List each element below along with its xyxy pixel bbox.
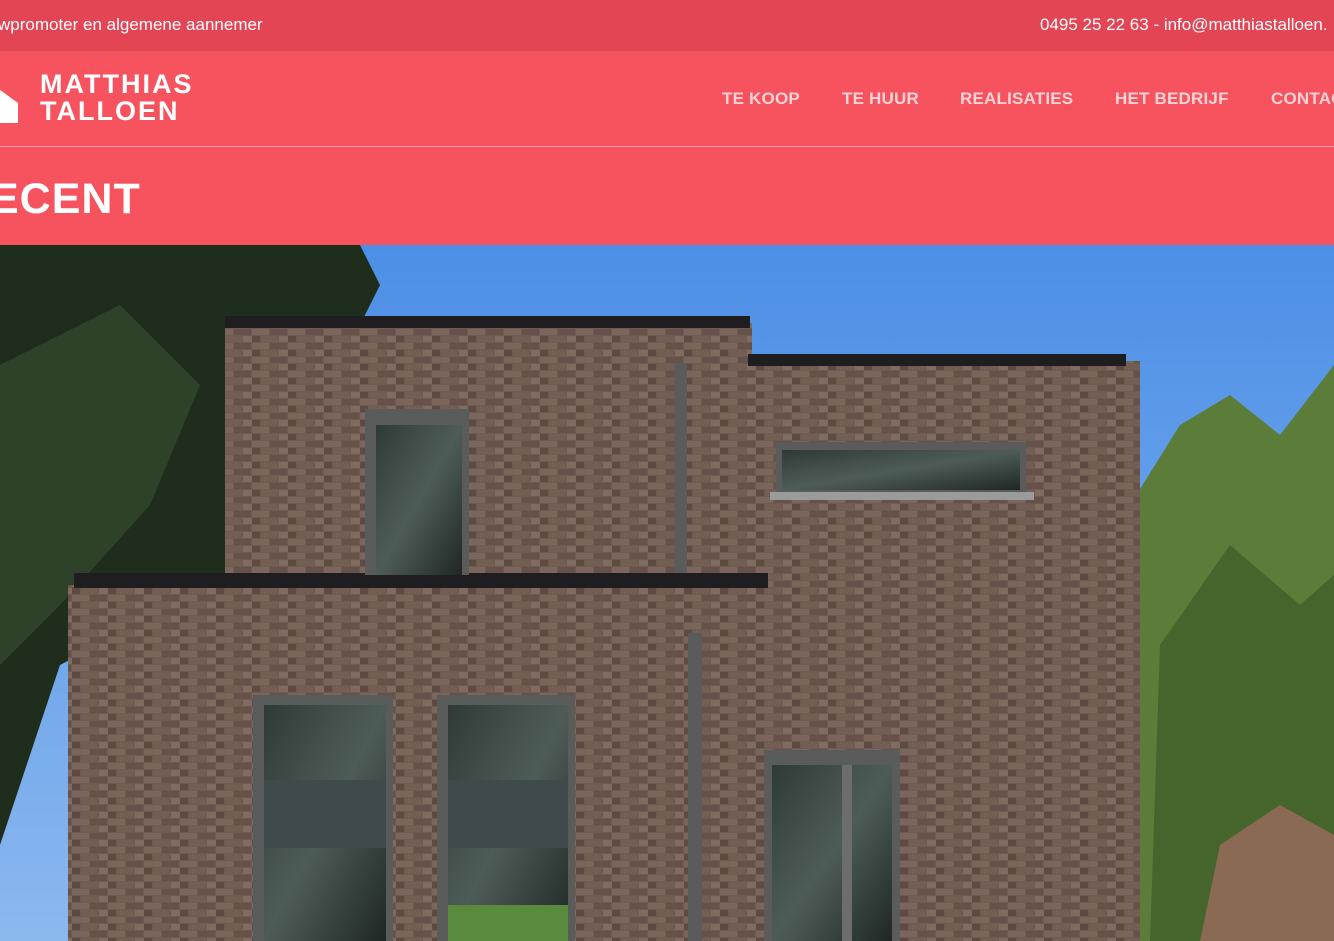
page-title: ECENT (0, 175, 141, 223)
page-title-band: ECENT (0, 148, 1334, 245)
main-nav: TE KOOP TE HUUR REALISATIES HET BEDRIJF … (0, 89, 1334, 113)
hero-photo (0, 245, 1334, 941)
nav-item-contact[interactable]: CONTAC (1271, 89, 1334, 109)
tagline: wpromoter en algemene aannemer (0, 15, 263, 34)
top-bar: wpromoter en algemene aannemer 0495 25 2… (0, 0, 1334, 51)
nav-item-realisaties[interactable]: REALISATIES (960, 89, 1073, 109)
nav-item-het-bedrijf[interactable]: HET BEDRIJF (1115, 89, 1229, 109)
hero-image (0, 245, 1334, 941)
site-header: MATTHIAS TALLOEN TE KOOP TE HUUR REALISA… (0, 51, 1334, 147)
nav-item-te-huur[interactable]: TE HUUR (842, 89, 919, 109)
contact-info[interactable]: 0495 25 22 63 - info@matthiastalloen. (1040, 15, 1328, 35)
nav-item-te-koop[interactable]: TE KOOP (722, 89, 800, 109)
